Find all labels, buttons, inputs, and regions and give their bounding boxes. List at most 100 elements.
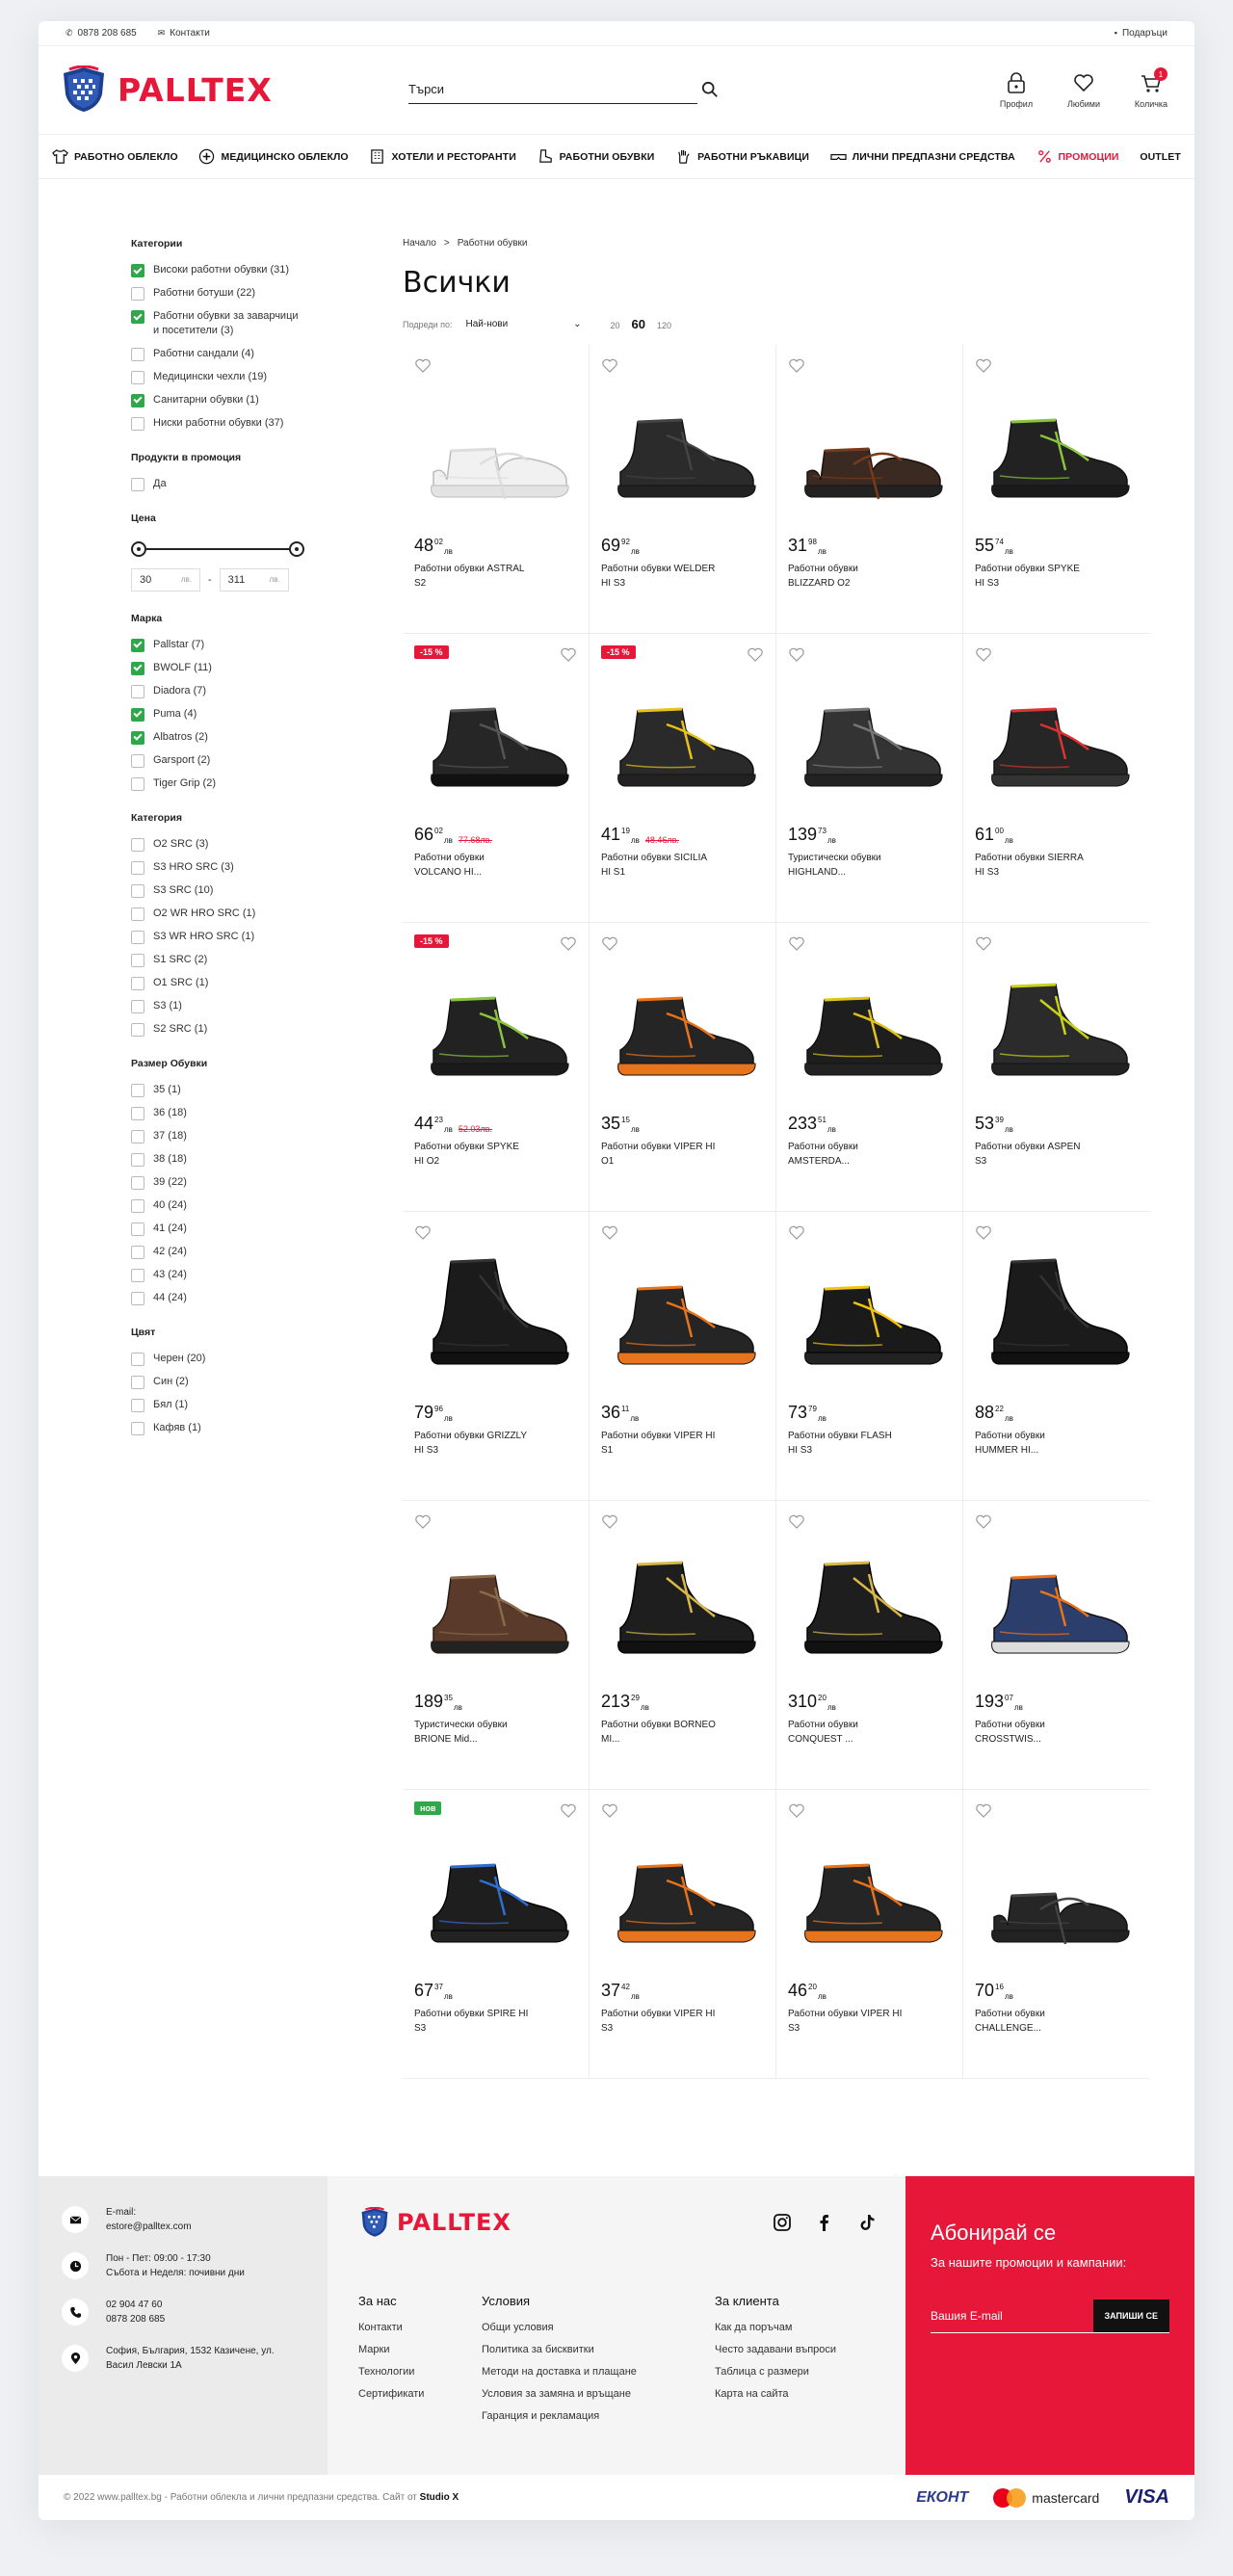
product-card[interactable]: 189 35 лв Туристически обувки BRIONE Mid... <box>403 1501 590 1790</box>
product-card[interactable]: 310 20 лв Работни обувки CONQUEST ... <box>776 1501 963 1790</box>
product-name[interactable]: Работни обувки FLASH HI S3 <box>788 1430 904 1458</box>
checkbox[interactable] <box>131 1245 144 1259</box>
footer-link[interactable]: Таблица с размери <box>715 2366 836 2378</box>
product-image[interactable] <box>973 383 1141 509</box>
product-image[interactable] <box>973 961 1141 1087</box>
nav-item-8[interactable]: OUTLET <box>1140 151 1181 163</box>
checkbox[interactable] <box>131 883 144 898</box>
newsletter-email-input[interactable] <box>931 2308 1093 2323</box>
checkbox[interactable] <box>131 1106 144 1120</box>
filter-option[interactable]: Pallstar (7) <box>131 638 304 652</box>
favorite-heart-icon[interactable] <box>601 358 618 374</box>
filter-option[interactable]: O2 SRC (3) <box>131 837 304 852</box>
product-name[interactable]: Работни обувки SPYKE HI O2 <box>414 1141 530 1169</box>
favorite-heart-icon[interactable] <box>788 647 805 663</box>
product-card[interactable]: 35 15 лв Работни обувки VIPER HI O1 <box>590 923 776 1212</box>
product-card[interactable]: 233 51 лв Работни обувки AMSTERDA... <box>776 923 963 1212</box>
product-card[interactable]: 31 98 лв Работни обувки BLIZZARD O2 <box>776 345 963 634</box>
product-name[interactable]: Работни обувки VIPER HI S3 <box>788 2008 904 2036</box>
favorite-heart-icon[interactable] <box>975 1514 992 1530</box>
filter-option[interactable]: S1 SRC (2) <box>131 953 304 967</box>
product-card[interactable]: 37 42 лв Работни обувки VIPER HI S3 <box>590 1790 776 2079</box>
checkbox[interactable] <box>131 287 144 301</box>
favorite-heart-icon[interactable] <box>601 1225 618 1241</box>
favorites-button[interactable]: Любими <box>1063 71 1104 109</box>
filter-option[interactable]: Ниски работни обувки (37) <box>131 416 304 431</box>
product-image[interactable] <box>786 1539 954 1665</box>
product-card[interactable]: 73 79 лв Работни обувки FLASH HI S3 <box>776 1212 963 1501</box>
filter-option[interactable]: BWOLF (11) <box>131 661 304 675</box>
footer-link[interactable]: Политика за бисквитки <box>482 2344 637 2355</box>
checkbox[interactable] <box>131 661 144 675</box>
contact-line[interactable]: estore@palltex.com <box>106 2220 192 2234</box>
product-card[interactable]: 61 00 лв Работни обувки SIERRA HI S3 <box>963 634 1150 923</box>
favorite-heart-icon[interactable] <box>560 936 577 952</box>
favorite-heart-icon[interactable] <box>975 358 992 374</box>
filter-option[interactable]: 40 (24) <box>131 1198 304 1213</box>
product-image[interactable] <box>599 1539 767 1665</box>
favorite-heart-icon[interactable] <box>975 1803 992 1819</box>
footer-link[interactable]: Общи условия <box>482 2322 637 2333</box>
nav-item-5[interactable]: РАБОТНИ РЪКАВИЦИ <box>675 148 809 165</box>
favorite-heart-icon[interactable] <box>414 1514 432 1530</box>
product-card[interactable]: -15 % 44 23 лв 52.03лв. Работни обувки SPYKE… <box>403 923 590 1212</box>
filter-option[interactable]: Tiger Grip (2) <box>131 776 304 791</box>
per-page-20[interactable]: 20 <box>611 321 620 330</box>
filter-option[interactable]: S2 SRC (1) <box>131 1022 304 1037</box>
product-card[interactable]: 193 07 лв Работни обувки CROSSTWIS... <box>963 1501 1150 1790</box>
product-image[interactable] <box>786 383 954 509</box>
product-image[interactable] <box>599 1828 767 1954</box>
studio-link[interactable]: Studio X <box>420 2492 459 2503</box>
filter-option[interactable]: Син (2) <box>131 1375 304 1389</box>
product-name[interactable]: Работни обувки ASTRAL S2 <box>414 563 530 591</box>
checkbox[interactable] <box>131 1352 144 1366</box>
product-name[interactable]: Работни обувки BORNEO MI... <box>601 1719 717 1747</box>
slider-max-handle[interactable] <box>289 540 304 557</box>
contact-line[interactable]: Васил Левски 1А <box>106 2358 275 2373</box>
filter-option[interactable]: Puma (4) <box>131 707 304 722</box>
product-name[interactable]: Работни обувки SICILIA HI S1 <box>601 852 717 880</box>
footer-link[interactable]: Технологии <box>358 2366 424 2378</box>
checkbox[interactable] <box>131 730 144 745</box>
filter-option[interactable]: 43 (24) <box>131 1268 304 1282</box>
product-card[interactable]: -15 % 41 19 лв 48.46лв. Работни обувки SICIL… <box>590 634 776 923</box>
footer-link[interactable]: Методи на доставка и плащане <box>482 2366 637 2378</box>
favorite-heart-icon[interactable] <box>560 1803 577 1819</box>
contact-line[interactable]: 0878 208 685 <box>106 2312 165 2326</box>
footer-link[interactable]: Карта на сайта <box>715 2388 836 2400</box>
filter-option[interactable]: 39 (22) <box>131 1175 304 1190</box>
favorite-heart-icon[interactable] <box>975 936 992 952</box>
product-name[interactable]: Работни обувки SIERRA HI S3 <box>975 852 1090 880</box>
product-image[interactable] <box>412 1250 580 1376</box>
footer-link[interactable]: Контакти <box>358 2322 424 2333</box>
filter-option[interactable]: Санитарни обувки (1) <box>131 393 304 407</box>
product-card[interactable]: 48 02 лв Работни обувки ASTRAL S2 <box>403 345 590 634</box>
product-name[interactable]: Туристически обувки HIGHLAND... <box>788 852 904 880</box>
filter-option[interactable]: O1 SRC (1) <box>131 976 304 990</box>
checkbox[interactable] <box>131 264 144 277</box>
favorite-heart-icon[interactable] <box>788 1514 805 1530</box>
favorite-heart-icon[interactable] <box>788 1225 805 1241</box>
checkbox[interactable] <box>131 416 144 431</box>
product-image[interactable] <box>786 1828 954 1954</box>
breadcrumb-current[interactable]: Работни обувки <box>458 238 528 249</box>
product-image[interactable] <box>786 672 954 798</box>
footer-link[interactable]: Условия за замяна и връщане <box>482 2388 637 2400</box>
checkbox[interactable] <box>131 953 144 967</box>
product-image[interactable] <box>786 1250 954 1376</box>
favorite-heart-icon[interactable] <box>788 1803 805 1819</box>
filter-option[interactable]: 42 (24) <box>131 1245 304 1259</box>
product-name[interactable]: Работни обувки AMSTERDA... <box>788 1141 904 1169</box>
filter-option[interactable]: Работни сандали (4) <box>131 347 304 361</box>
checkbox[interactable] <box>131 1129 144 1143</box>
checkbox[interactable] <box>131 776 144 791</box>
filter-option[interactable]: Работни обувки за заварчици и посетители… <box>131 309 304 338</box>
nav-item-1[interactable]: РАБОТНО ОБЛЕКЛО <box>52 148 178 165</box>
product-image[interactable] <box>599 1250 767 1376</box>
product-image[interactable] <box>973 1250 1141 1376</box>
breadcrumb-home[interactable]: Начало <box>403 238 436 249</box>
logo[interactable]: PALLTEX <box>62 66 273 114</box>
favorite-heart-icon[interactable] <box>747 647 764 663</box>
footer-link[interactable]: Сертификати <box>358 2388 424 2400</box>
filter-option[interactable]: S3 SRC (10) <box>131 883 304 898</box>
